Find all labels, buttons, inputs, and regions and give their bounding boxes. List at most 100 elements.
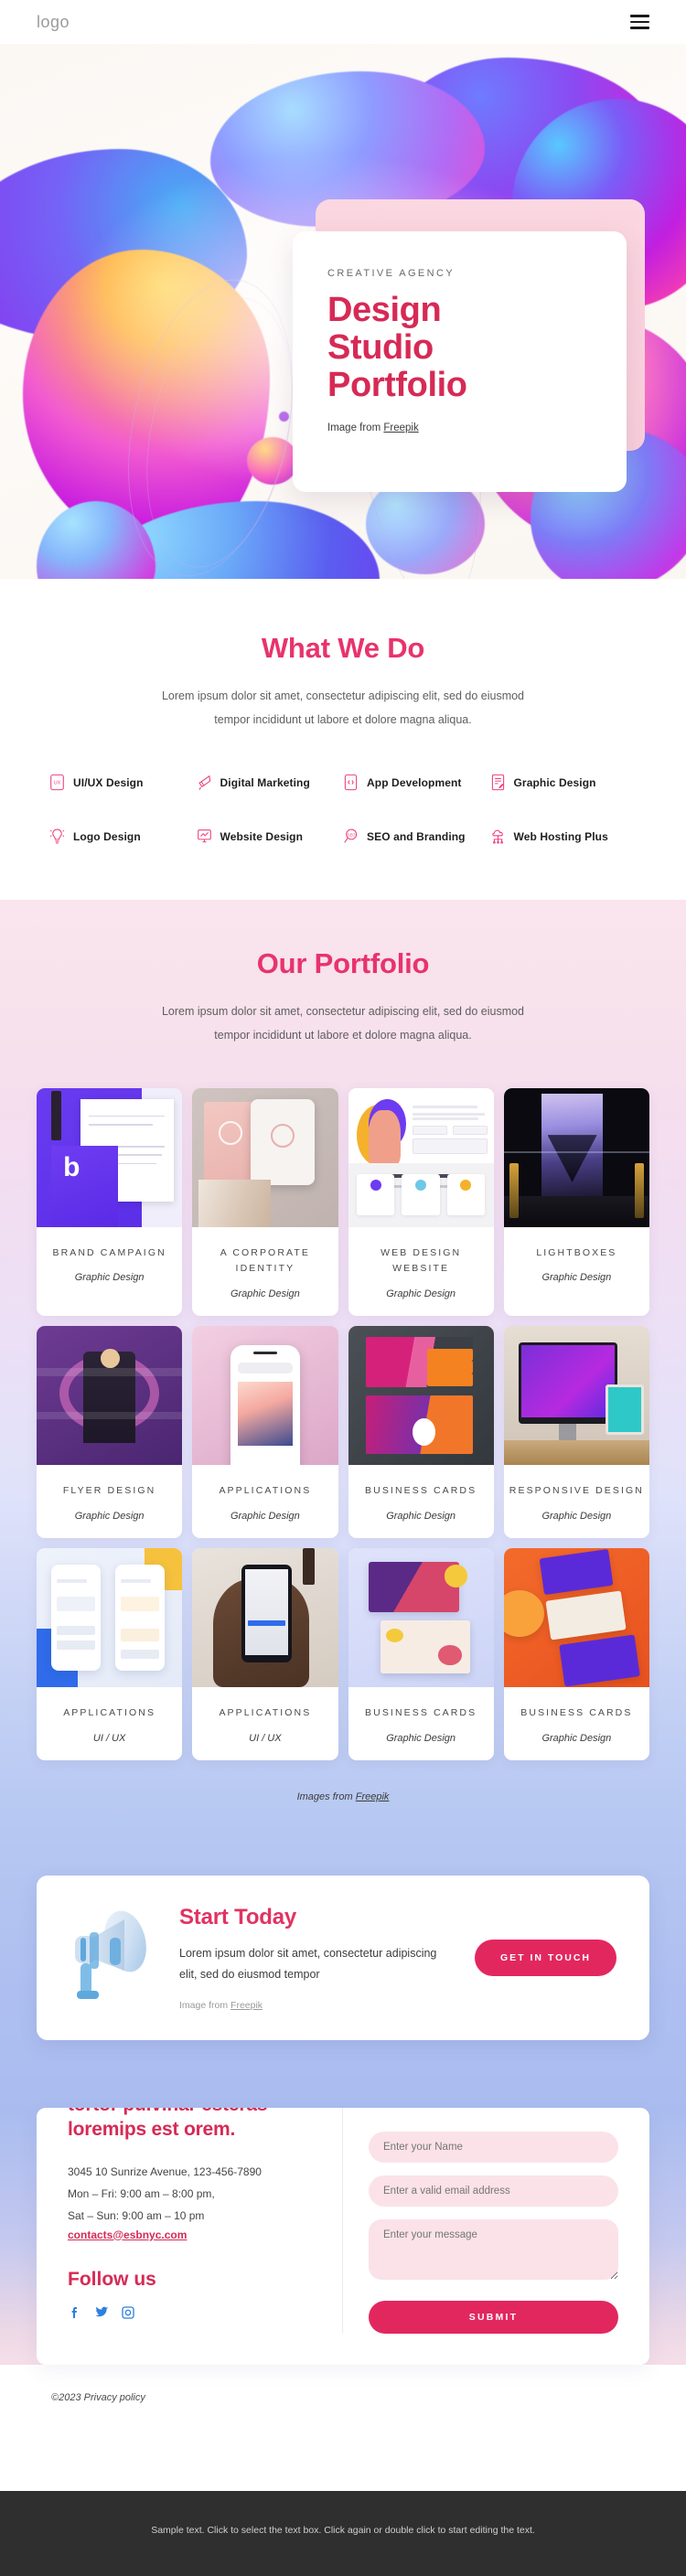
portfolio-card[interactable]: FLYER DESIGN Graphic Design — [37, 1326, 183, 1539]
portfolio-thumbnail — [348, 1087, 494, 1227]
portfolio-thumbnail — [37, 1548, 183, 1688]
footer-heading-line: tortor pulvinar esteras — [68, 2108, 268, 2115]
portfolio-grid: BRAND CAMPAIGN Graphic Design A CORPORAT… — [0, 1087, 686, 1760]
portfolio-title: Our Portfolio — [256, 947, 430, 980]
portfolio-card-category: Graphic Design — [230, 1288, 300, 1300]
portfolio-card[interactable]: LIGHTBOXES Graphic Design — [503, 1087, 649, 1317]
services-row: Logo Design Website Design SEO SEO and B… — [49, 828, 637, 845]
twitter-icon[interactable] — [94, 2305, 109, 2320]
service-label: Website Design — [220, 829, 304, 843]
cta-card: Start Today Lorem ipsum dolor sit amet, … — [37, 1875, 649, 2040]
cta-content: Start Today Lorem ipsum dolor sit amet, … — [165, 1905, 475, 2011]
megaphone-photo — [53, 1903, 165, 2013]
service-item-web-hosting-plus[interactable]: Web Hosting Plus — [490, 828, 638, 845]
hamburger-bar — [630, 15, 649, 17]
instagram-icon[interactable] — [121, 2305, 135, 2320]
portfolio-card[interactable]: BUSINESS CARDS Graphic Design — [348, 1548, 494, 1760]
services-row: UX UI/UX Design Digital Marketing App De… — [49, 774, 637, 791]
service-item-logo-design[interactable]: Logo Design — [49, 828, 197, 845]
footer-card: tortor pulvinar esteras loremips est ore… — [37, 2107, 649, 2365]
portfolio-thumbnail — [503, 1087, 649, 1227]
credit-prefix: Image from — [179, 2000, 231, 2011]
portfolio-card-title: BUSINESS CARDS — [365, 1707, 477, 1719]
page-root: logo CREATIVE AGENCY Design Studio Portf… — [0, 0, 686, 2576]
portfolio-thumbnail — [192, 1326, 338, 1466]
services-section: What We Do Lorem ipsum dolor sit amet, c… — [0, 579, 686, 901]
email-field[interactable] — [369, 2175, 618, 2207]
portfolio-card[interactable]: BUSINESS CARDS Graphic Design — [503, 1548, 649, 1760]
facebook-icon[interactable] — [68, 2305, 82, 2320]
hamburger-icon[interactable] — [628, 11, 651, 33]
freepik-link[interactable]: Freepik — [383, 422, 418, 433]
footer-contact-column: tortor pulvinar esteras loremips est ore… — [37, 2107, 343, 2334]
lightbulb-icon — [49, 828, 65, 845]
portfolio-card-title: A CORPORATE IDENTITY — [220, 1246, 310, 1275]
portfolio-thumbnail — [192, 1087, 338, 1227]
portfolio-card-category: Graphic Design — [541, 1732, 612, 1744]
bottom-bar: Sample text. Click to select the text bo… — [0, 2490, 686, 2576]
service-label: Digital Marketing — [220, 775, 310, 789]
portfolio-card-title: FLYER DESIGN — [62, 1485, 156, 1497]
service-label: Web Hosting Plus — [513, 829, 608, 843]
service-item-app-development[interactable]: App Development — [343, 774, 490, 791]
footer-address: 3045 10 Sunrize Avenue, 123-456-7890 — [68, 2164, 262, 2178]
svg-text:SEO: SEO — [348, 833, 356, 838]
portfolio-card-category: Graphic Design — [74, 1511, 145, 1523]
hero-title-line: Design — [327, 291, 442, 329]
portfolio-card[interactable]: APPLICATIONS UI / UX — [37, 1548, 183, 1760]
footer-form-column: SUBMIT — [343, 2108, 649, 2334]
service-label: SEO and Branding — [367, 829, 466, 843]
portfolio-card-title: BUSINESS CARDS — [365, 1485, 477, 1497]
service-item-seo-and-branding[interactable]: SEO SEO and Branding — [343, 828, 490, 845]
hero-title-line: Studio — [327, 328, 434, 368]
portfolio-card-category: UI / UX — [249, 1732, 282, 1744]
footer-email-link[interactable]: contacts@esbnyc.com — [68, 2229, 187, 2241]
portfolio-card-title: RESPONSIVE DESIGN — [509, 1485, 644, 1497]
portfolio-card[interactable]: APPLICATIONS UI / UX — [192, 1548, 338, 1760]
monitor-chart-icon — [197, 828, 212, 845]
ui-ux-icon: UX — [49, 774, 65, 791]
portfolio-card[interactable]: BRAND CAMPAIGN Graphic Design — [37, 1087, 183, 1317]
service-label: UI/UX Design — [73, 775, 144, 789]
portfolio-card-title: WEB DESIGN WEBSITE — [381, 1246, 462, 1275]
portfolio-card[interactable]: WEB DESIGN WEBSITE Graphic Design — [348, 1087, 494, 1317]
cta-image-credit: Image from Freepik — [179, 2000, 475, 2011]
footer-social-links — [68, 2305, 322, 2320]
get-in-touch-button[interactable]: GET IN TOUCH — [474, 1939, 616, 1976]
portfolio-section: Our Portfolio Lorem ipsum dolor sit amet… — [0, 900, 686, 1802]
services-grid: UX UI/UX Design Digital Marketing App De… — [0, 774, 686, 845]
cta-section: Start Today Lorem ipsum dolor sit amet, … — [0, 1801, 686, 2150]
hero-image-credit: Image from Freepik — [327, 422, 592, 433]
message-field[interactable] — [369, 2218, 618, 2280]
service-item-ui-ux-design[interactable]: UX UI/UX Design — [49, 774, 197, 791]
name-field[interactable] — [369, 2131, 618, 2163]
portfolio-card[interactable]: APPLICATIONS Graphic Design — [192, 1326, 338, 1539]
hero-title-line: Portfolio — [327, 366, 467, 405]
cloud-server-icon — [490, 828, 506, 845]
portfolio-card-category: Graphic Design — [386, 1511, 456, 1523]
portfolio-card-category: Graphic Design — [74, 1272, 145, 1284]
service-item-graphic-design[interactable]: Graphic Design — [490, 774, 638, 791]
portfolio-card-category: Graphic Design — [541, 1272, 612, 1284]
portfolio-card-title: BRAND CAMPAIGN — [52, 1246, 166, 1258]
hamburger-bar — [630, 27, 649, 29]
submit-button[interactable]: SUBMIT — [369, 2300, 618, 2334]
service-item-website-design[interactable]: Website Design — [197, 828, 344, 845]
portfolio-card[interactable]: BUSINESS CARDS Graphic Design — [348, 1326, 494, 1539]
service-item-digital-marketing[interactable]: Digital Marketing — [197, 774, 344, 791]
portfolio-thumbnail — [348, 1326, 494, 1466]
credit-prefix: Image from — [327, 422, 384, 434]
portfolio-images-credit: Images from Freepik — [0, 1791, 686, 1802]
footer-heading: tortor pulvinar esteras loremips est ore… — [68, 2108, 322, 2143]
portfolio-card[interactable]: RESPONSIVE DESIGN Graphic Design — [503, 1326, 649, 1539]
freepik-link[interactable]: Freepik — [230, 2000, 263, 2011]
freepik-link[interactable]: Freepik — [356, 1791, 390, 1802]
footer-hours-weekend: Sat – Sun: 9:00 am – 10 pm — [68, 2208, 205, 2222]
portfolio-card[interactable]: A CORPORATE IDENTITY Graphic Design — [192, 1087, 338, 1317]
service-label: Graphic Design — [513, 775, 596, 789]
seo-magnifier-icon: SEO — [343, 828, 359, 845]
logo[interactable]: logo — [37, 13, 70, 32]
footer-heading-line: loremips est orem. — [68, 2118, 236, 2140]
service-label: App Development — [367, 775, 462, 789]
portfolio-thumbnail — [503, 1326, 649, 1466]
